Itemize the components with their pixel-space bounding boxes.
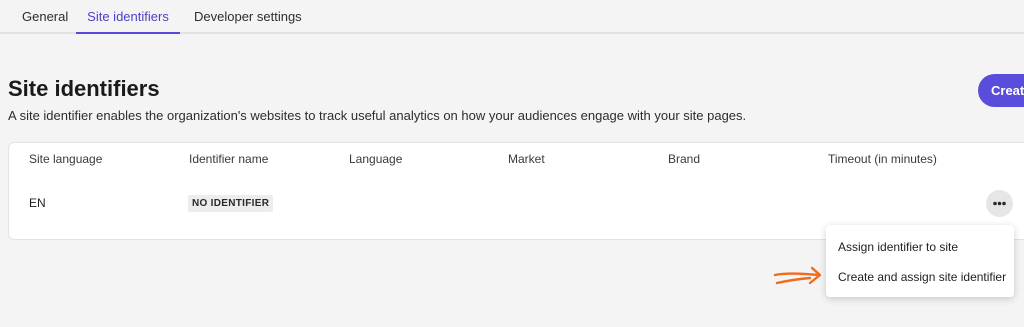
column-header-brand: Brand (668, 152, 701, 166)
row-actions-menu: Assign identifier to site Create and ass… (826, 225, 1014, 297)
column-header-identifier-name: Identifier name (189, 152, 269, 166)
more-horizontal-icon (993, 201, 1006, 206)
cell-site-language: EN (29, 196, 46, 210)
menu-item-assign-identifier[interactable]: Assign identifier to site (838, 240, 958, 254)
column-header-language: Language (349, 152, 403, 166)
page-title: Site identifiers (8, 76, 160, 101)
create-button[interactable]: Create (978, 74, 1024, 107)
page-description: A site identifier enables the organizati… (8, 108, 747, 123)
identifier-status-badge: NO IDENTIFIER (188, 195, 274, 212)
settings-tab-bar: General Site identifiers Developer setti… (0, 0, 1024, 34)
tab-site-identifiers[interactable]: Site identifiers (76, 0, 180, 34)
hand-drawn-arrow-icon (773, 266, 822, 285)
row-actions-button[interactable] (986, 190, 1013, 217)
tab-general[interactable]: General (22, 0, 68, 32)
site-identifiers-page: General Site identifiers Developer setti… (0, 0, 1024, 327)
column-header-market: Market (508, 152, 545, 166)
menu-item-create-and-assign-identifier[interactable]: Create and assign site identifier (838, 270, 1006, 284)
tab-developer-settings[interactable]: Developer settings (194, 0, 302, 32)
column-header-site-language: Site language (29, 152, 103, 166)
column-header-timeout: Timeout (in minutes) (828, 152, 937, 166)
